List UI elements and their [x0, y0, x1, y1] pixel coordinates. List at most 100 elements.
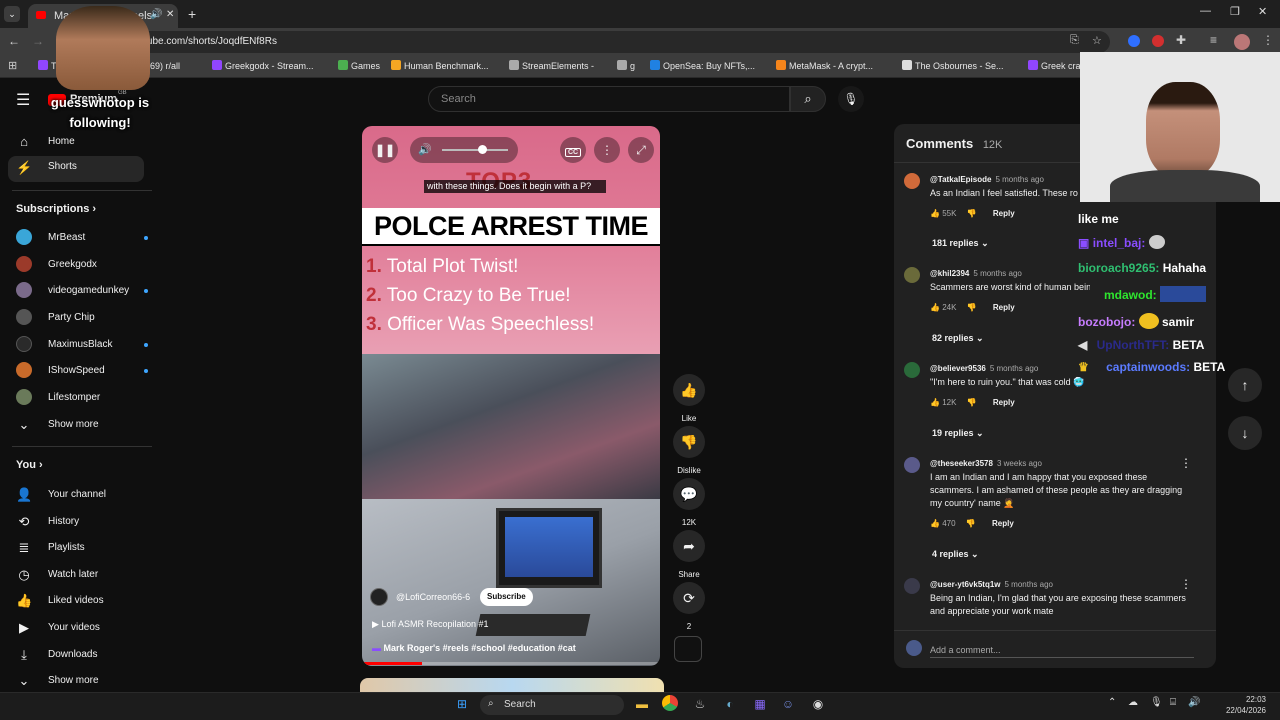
volume-slider-handle[interactable]: [477, 145, 487, 154]
avatar[interactable]: [904, 267, 920, 283]
search-button[interactable]: ⌕: [790, 86, 826, 112]
install-icon[interactable]: ⎘: [1070, 34, 1079, 47]
speaker-icon[interactable]: 🔊: [1188, 697, 1200, 708]
volume-control[interactable]: 🔊: [410, 137, 518, 163]
microphone-icon[interactable]: 🎙: [1150, 697, 1163, 708]
hamburger-menu-icon[interactable]: ☰: [16, 90, 30, 110]
bookmark-item[interactable]: Greekgodx - Stream...: [212, 60, 314, 71]
sidebar-item-playlists[interactable]: ≣ Playlists: [16, 538, 146, 564]
thumbs-up-icon[interactable]: 👍: [930, 398, 940, 407]
thumbs-up-icon[interactable]: 👍: [930, 209, 940, 218]
show-more-subscriptions[interactable]: ⌄ Show more: [16, 415, 146, 441]
fullscreen-icon[interactable]: ⤢: [628, 137, 654, 163]
sidebar-item-liked-videos[interactable]: 👍 Liked videos: [16, 591, 146, 617]
url-field[interactable]: ⚙ youtube.com/shorts/JoqdfENf8Rs ⎘ ☆: [100, 31, 1110, 53]
sidebar-item-your-videos[interactable]: ▶ Your videos: [16, 618, 146, 644]
sidebar-item-watch-later[interactable]: ◷ Watch later: [16, 565, 146, 591]
pause-button[interactable]: ❚❚: [372, 137, 398, 163]
extension-icon[interactable]: [1152, 35, 1164, 47]
video-tags[interactable]: ▬ Mark Roger's #reels #school #education…: [372, 643, 576, 653]
previous-short-button[interactable]: ↑: [1228, 368, 1262, 402]
comment-menu-icon[interactable]: ⋮: [1180, 577, 1192, 591]
thumbs-down-icon[interactable]: 👎: [967, 303, 977, 312]
extension-icon[interactable]: [1128, 35, 1140, 47]
browser-menu-icon[interactable]: ⋮: [1262, 33, 1274, 47]
more-options-icon[interactable]: ⋮: [594, 137, 620, 163]
reply-button[interactable]: Reply: [993, 303, 1015, 312]
avatar[interactable]: [904, 578, 920, 594]
captions-button[interactable]: CC: [560, 137, 586, 163]
steam-icon[interactable]: ♨: [690, 694, 710, 714]
tab-close-icon[interactable]: ✕: [166, 9, 174, 20]
chrome-icon[interactable]: [660, 694, 680, 714]
comment-author[interactable]: @user-yt6vk5tq1w: [930, 580, 1001, 589]
app-grid-icon[interactable]: ▦: [750, 694, 770, 714]
subscription-ishowspeed[interactable]: IShowSpeed: [16, 361, 148, 387]
file-explorer-icon[interactable]: ▬: [632, 694, 652, 714]
comments-button[interactable]: 💬 12K: [672, 478, 706, 527]
network-icon[interactable]: ⌸: [1170, 697, 1176, 708]
volume-track[interactable]: [442, 149, 508, 151]
share-button[interactable]: ➦ Share: [672, 530, 706, 579]
clock[interactable]: 22:03 22/04/2026: [1206, 694, 1266, 716]
bookmark-item[interactable]: Games: [338, 60, 380, 71]
search-bar[interactable]: Search: [428, 86, 790, 112]
sidebar-item-shorts[interactable]: ⚡ Shorts: [8, 156, 144, 182]
view-replies-button[interactable]: 4 replies ⌄: [932, 549, 979, 560]
thumbs-down-icon[interactable]: 👎: [966, 519, 976, 528]
voice-search-button[interactable]: 🎙: [838, 86, 864, 112]
subscription-greekgodx[interactable]: Greekgodx: [16, 255, 146, 281]
puzzle-icon[interactable]: ✚: [1176, 33, 1186, 47]
subscription-mrbeast[interactable]: MrBeast: [16, 228, 148, 254]
channel-avatar[interactable]: [370, 588, 388, 606]
comment-menu-icon[interactable]: ⋮: [1180, 456, 1192, 470]
progress-track[interactable]: [362, 662, 660, 665]
apps-icon[interactable]: ⊞: [8, 59, 17, 72]
bookmark-star-icon[interactable]: ☆: [1092, 34, 1102, 47]
sidebar-item-home[interactable]: ⌂ Home: [16, 132, 146, 158]
view-replies-button[interactable]: 181 replies ⌄: [932, 238, 989, 249]
bookmark-item[interactable]: g: [617, 60, 635, 71]
maximize-button[interactable]: ❐: [1230, 5, 1240, 18]
reply-button[interactable]: Reply: [993, 398, 1015, 407]
profile-avatar[interactable]: [1234, 34, 1250, 50]
like-button[interactable]: 👍 Like: [672, 374, 706, 423]
view-replies-button[interactable]: 82 replies ⌄: [932, 333, 984, 344]
reply-button[interactable]: Reply: [993, 209, 1015, 218]
subscription-maximusblack[interactable]: MaximusBlack: [16, 335, 148, 361]
thumbs-down-icon[interactable]: 👎: [967, 398, 977, 407]
discord-icon[interactable]: ☺: [778, 694, 798, 714]
thumbs-down-icon[interactable]: 👎: [967, 209, 977, 218]
comment-author[interactable]: @theseeker3578: [930, 459, 993, 468]
bookmark-item[interactable]: Human Benchmark...: [391, 60, 489, 71]
subscribe-button[interactable]: Subscribe: [480, 588, 533, 606]
next-short-preview[interactable]: [360, 678, 664, 692]
bookmark-item[interactable]: OpenSea: Buy NFTs,...: [650, 60, 755, 71]
back-button[interactable]: ←: [8, 34, 20, 48]
sound-thumbnail[interactable]: [674, 636, 702, 662]
avatar[interactable]: [904, 173, 920, 189]
you-heading[interactable]: You ›: [16, 459, 43, 471]
avatar[interactable]: [904, 457, 920, 473]
remix-button[interactable]: ⟳ 2: [672, 582, 706, 631]
obs-icon[interactable]: ◉: [808, 694, 828, 714]
cloud-icon[interactable]: ☁: [1128, 697, 1138, 708]
tab-audio-icon[interactable]: 🔊: [150, 9, 162, 20]
start-button[interactable]: ⊞: [452, 694, 472, 714]
tab-menu-button[interactable]: ⌄: [4, 6, 20, 22]
comment-author[interactable]: @TatkalEpisode: [930, 175, 991, 184]
thumbs-up-icon[interactable]: 👍: [930, 303, 940, 312]
sidebar-item-your-channel[interactable]: 👤 Your channel: [16, 485, 146, 511]
bookmark-item[interactable]: The Osbournes - Se...: [902, 60, 1004, 71]
reply-button[interactable]: Reply: [992, 519, 1014, 528]
sidebar-item-downloads[interactable]: ⤓ Downloads: [16, 645, 146, 671]
forward-button[interactable]: →: [32, 34, 44, 48]
media-icon[interactable]: ≡: [1210, 33, 1217, 47]
thumbs-up-icon[interactable]: 👍: [930, 519, 940, 528]
subscription-videogamedunkey[interactable]: videogamedunkey: [16, 281, 148, 307]
subscription-party-chip[interactable]: Party Chip: [16, 308, 146, 334]
view-replies-button[interactable]: 19 replies ⌄: [932, 428, 984, 439]
sidebar-item-history[interactable]: ⟲ History: [16, 512, 146, 538]
minimize-button[interactable]: —: [1200, 5, 1211, 17]
close-window-button[interactable]: ✕: [1258, 5, 1267, 18]
